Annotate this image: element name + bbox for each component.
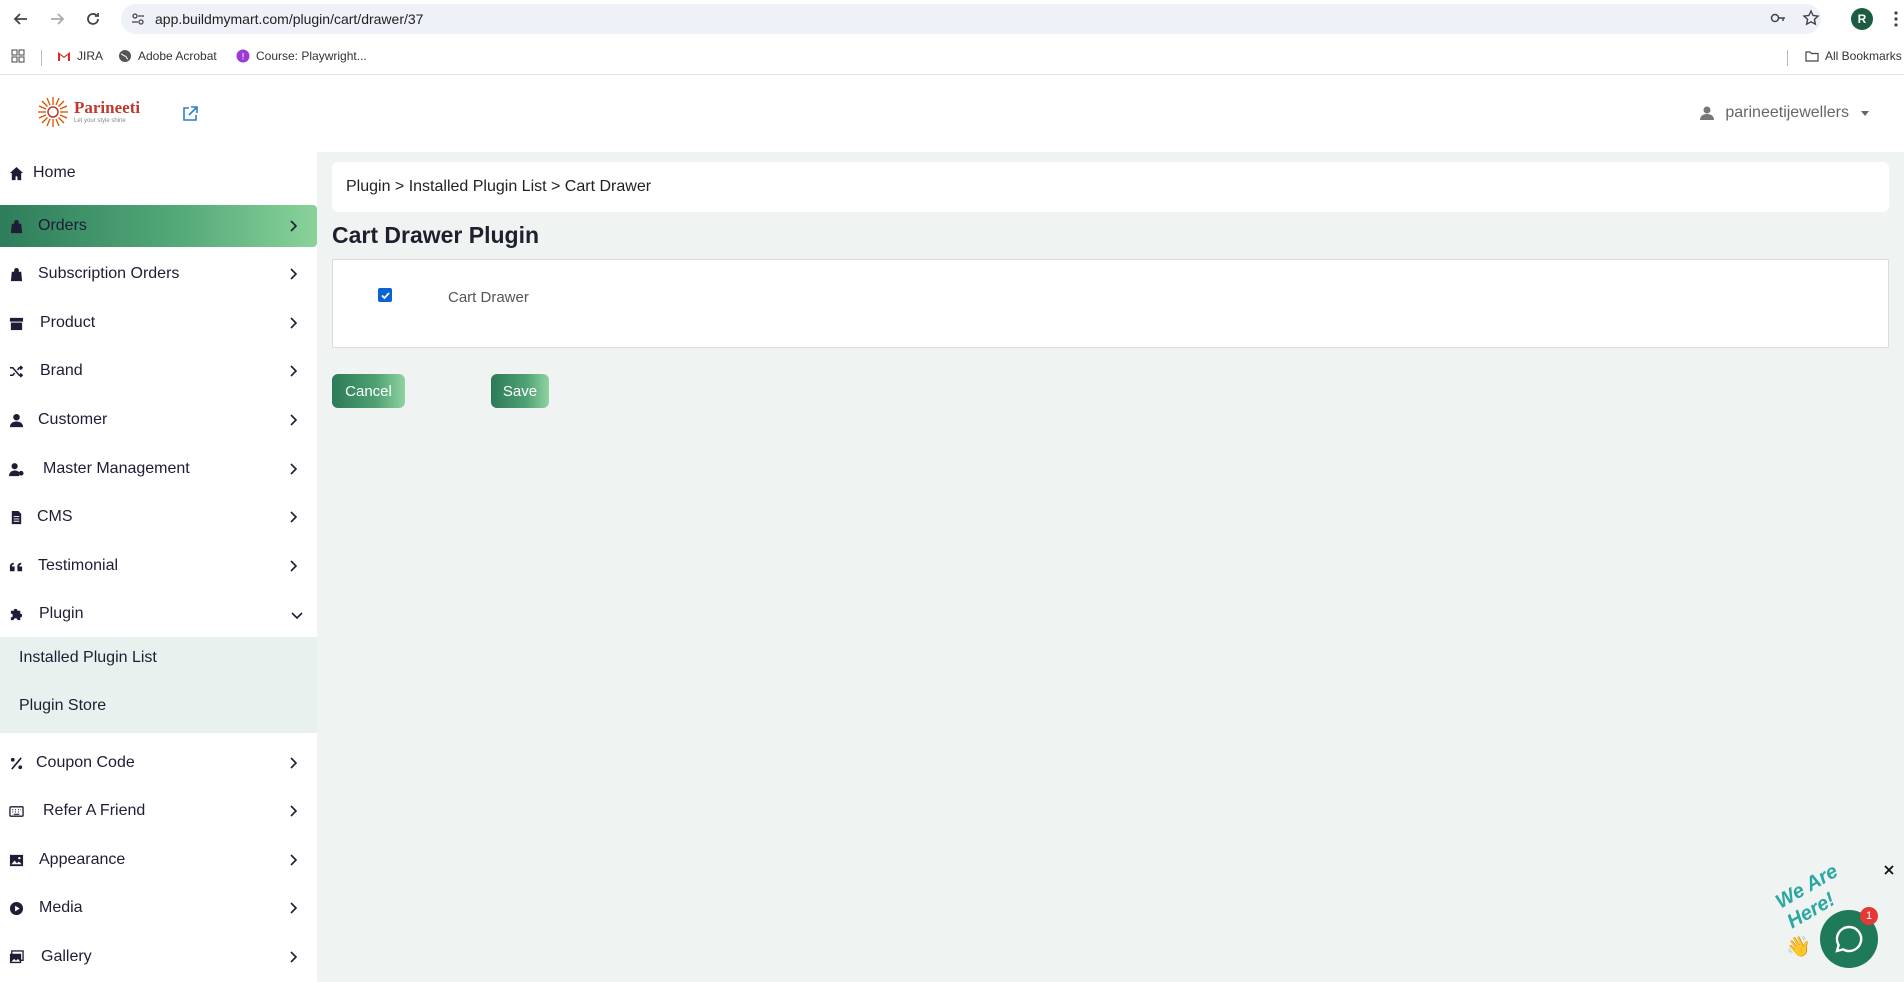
sidebar-item-customer[interactable]: Customer (0, 399, 317, 441)
bookmark-course-playwright[interactable]: ! Course: Playwright... (236, 49, 367, 63)
url-text[interactable]: app.buildmymart.com/plugin/cart/drawer/3… (155, 11, 423, 27)
home-icon (8, 165, 24, 181)
plugin-options-card: Cart Drawer (332, 259, 1889, 348)
sidebar: Home Orders Subscription Orders Product … (0, 152, 317, 982)
apps-grid-icon[interactable] (11, 49, 25, 63)
site-settings-icon[interactable] (131, 12, 145, 26)
sidebar-item-orders[interactable]: Orders (0, 205, 317, 247)
app-header: Parineeti Let your style shine parineeti… (0, 76, 1904, 152)
globe-icon (119, 50, 131, 62)
chevron-right-icon (287, 804, 299, 817)
keyboard-icon (8, 803, 24, 819)
user-gear-icon (8, 461, 24, 477)
sidebar-item-brand[interactable]: Brand (0, 350, 317, 392)
user-icon (1700, 106, 1715, 120)
sidebar-item-cms[interactable]: CMS (0, 496, 317, 538)
shuffle-icon (8, 363, 24, 379)
password-key-icon[interactable] (1769, 9, 1787, 27)
logo-text: Parineeti (74, 98, 141, 117)
submenu-installed-plugin-list[interactable]: Installed Plugin List (19, 649, 157, 667)
browser-menu-icon[interactable] (1893, 10, 1899, 28)
file-icon (8, 509, 24, 525)
chevron-right-icon (287, 559, 299, 572)
plugin-submenu: Installed Plugin List Plugin Store (0, 637, 317, 733)
logo-tagline: Let your style shine (74, 118, 126, 124)
bookmarks-divider (41, 50, 42, 66)
chevron-right-icon (287, 853, 299, 866)
save-button[interactable]: Save (491, 374, 549, 408)
sidebar-item-subscription-orders[interactable]: Subscription Orders (0, 253, 317, 295)
chevron-right-icon (287, 316, 299, 329)
play-circle-icon (8, 900, 24, 916)
sidebar-item-home[interactable]: Home (0, 152, 317, 194)
image-icon (8, 852, 24, 868)
breadcrumb-text[interactable]: Plugin > Installed Plugin List > Cart Dr… (346, 178, 651, 196)
address-bar[interactable]: app.buildmymart.com/plugin/cart/drawer/3… (121, 4, 1821, 34)
puzzle-icon (8, 606, 24, 622)
user-menu[interactable]: parineetijewellers (1699, 104, 1869, 122)
brand-logo[interactable]: Parineeti Let your style shine (36, 95, 140, 129)
chevron-right-icon (287, 462, 299, 475)
bookmarks-bar: JIRA Adobe Acrobat ! Course: Playwright.… (0, 39, 1904, 75)
chevron-down-icon (1861, 110, 1869, 116)
chat-unread-badge: 1 (1860, 907, 1878, 925)
external-link-icon[interactable] (181, 105, 199, 123)
cart-drawer-checkbox[interactable] (378, 288, 392, 302)
profile-avatar[interactable]: R (1851, 8, 1873, 30)
gmail-icon (58, 52, 70, 61)
sidebar-item-plugin[interactable]: Plugin (0, 593, 317, 635)
bag-icon (8, 218, 24, 234)
cancel-button[interactable]: Cancel (332, 374, 405, 408)
bookmark-jira[interactable]: JIRA (57, 49, 103, 63)
course-icon: ! (236, 49, 250, 63)
chevron-down-icon (291, 608, 303, 620)
bookmark-star-icon[interactable] (1802, 9, 1820, 27)
folder-icon (1805, 51, 1819, 62)
checkmark-icon (380, 291, 390, 299)
chevron-right-icon (287, 219, 299, 232)
sidebar-item-testimonial[interactable]: Testimonial (0, 545, 317, 587)
quote-icon (8, 558, 24, 574)
browser-toolbar: app.buildmymart.com/plugin/cart/drawer/3… (0, 0, 1904, 39)
cart-drawer-label: Cart Drawer (448, 289, 529, 306)
forward-icon[interactable] (47, 9, 67, 29)
reload-icon[interactable] (83, 9, 103, 29)
bookmark-adobe-acrobat[interactable]: Adobe Acrobat (118, 49, 217, 63)
chevron-right-icon (287, 510, 299, 523)
chevron-right-icon (287, 756, 299, 769)
sidebar-item-appearance[interactable]: Appearance (0, 839, 317, 881)
bookmarks-divider (1787, 50, 1788, 66)
chevron-right-icon (287, 950, 299, 963)
user-icon (8, 412, 24, 428)
sidebar-item-media[interactable]: Media (0, 887, 317, 929)
archive-icon (8, 315, 24, 331)
svg-text:!: ! (241, 53, 245, 63)
submenu-plugin-store[interactable]: Plugin Store (19, 697, 106, 715)
percent-icon (8, 755, 24, 771)
sidebar-item-coupon-code[interactable]: Coupon Code (0, 742, 317, 784)
sunburst-logo-icon (38, 97, 68, 127)
sidebar-item-product[interactable]: Product (0, 302, 317, 344)
username: parineetijewellers (1725, 104, 1849, 121)
sidebar-item-refer-a-friend[interactable]: Refer A Friend (0, 790, 317, 832)
bag-icon (8, 266, 24, 282)
chevron-right-icon (287, 901, 299, 914)
breadcrumb: Plugin > Installed Plugin List > Cart Dr… (332, 162, 1889, 212)
chevron-right-icon (287, 413, 299, 426)
page-title: Cart Drawer Plugin (332, 222, 540, 248)
chat-bubble-icon (1835, 925, 1863, 953)
chevron-right-icon (287, 364, 299, 377)
waving-hand-icon: 👋 (1786, 936, 1811, 958)
all-bookmarks[interactable]: All Bookmarks (1805, 49, 1902, 63)
images-icon (8, 949, 24, 965)
sidebar-item-master-management[interactable]: Master Management (0, 448, 317, 490)
sidebar-item-gallery[interactable]: Gallery (0, 936, 317, 978)
back-icon[interactable] (11, 9, 31, 29)
main-content: Plugin > Installed Plugin List > Cart Dr… (317, 152, 1904, 982)
chevron-right-icon (287, 267, 299, 280)
